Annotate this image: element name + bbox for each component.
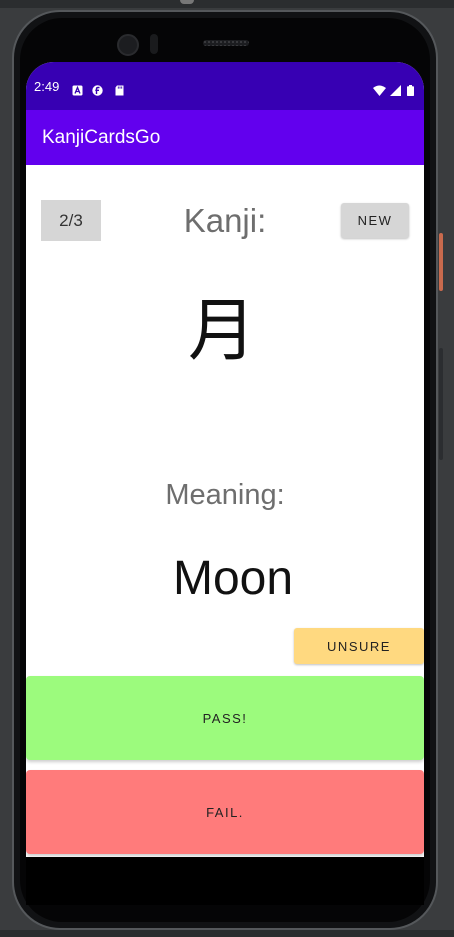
status-bar: 2:49 [26,62,424,110]
battery-icon [407,81,414,96]
device-screen: 2:49 KanjiCardsGo 2/3 Kanji: NEW 月 Meani… [26,62,424,905]
emulator-top-handle [180,0,194,4]
app-title: KanjiCardsGo [42,127,161,148]
f-notification-icon [92,81,103,96]
status-time: 2:49 [34,79,60,94]
kanji-character: 月 [187,292,256,371]
emulator-bottom-strip [0,930,454,937]
a-notification-icon [72,81,83,96]
navigation-bar [26,857,424,905]
pass-button[interactable]: PASS! [26,676,424,760]
meaning-heading: Meaning: [165,479,285,511]
fail-button[interactable]: FAIL. [26,770,424,854]
sd-card-icon [114,81,125,96]
volume-button[interactable] [439,348,443,460]
proximity-sensor [150,34,158,54]
earpiece-speaker [203,40,249,46]
new-button[interactable]: NEW [341,203,409,238]
cell-signal-icon [390,81,401,96]
wifi-icon [373,81,386,96]
flashcard-content: 2/3 Kanji: NEW 月 Meaning: Moon UNSURE PA… [26,165,424,905]
unsure-button[interactable]: UNSURE [294,628,424,664]
emulator-top-strip [0,0,454,8]
meaning-text: Moon [172,552,294,605]
app-bar: KanjiCardsGo [26,110,424,165]
power-button[interactable] [439,233,443,291]
front-camera [117,34,139,56]
